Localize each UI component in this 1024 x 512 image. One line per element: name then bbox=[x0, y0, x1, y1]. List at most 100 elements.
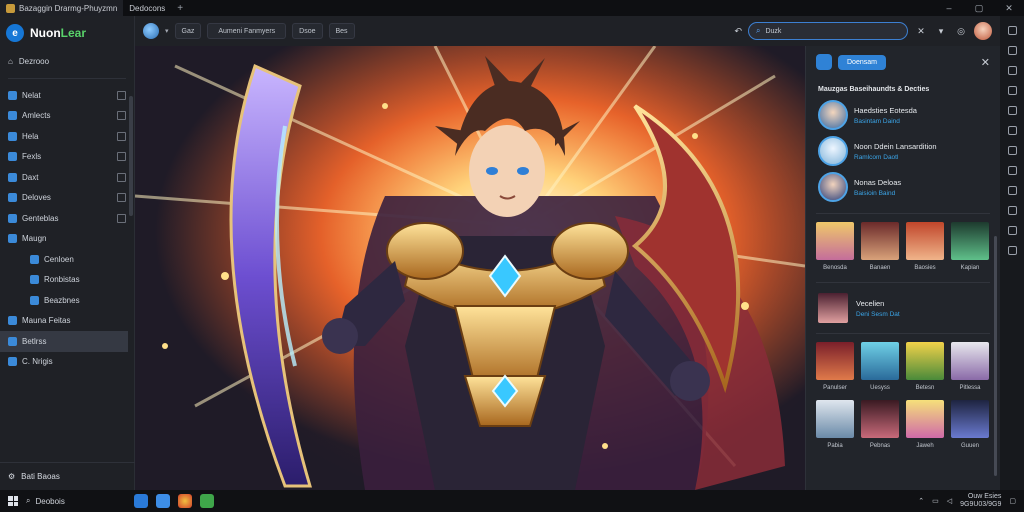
rail-edit-icon[interactable] bbox=[1007, 26, 1017, 35]
featured-meta: Deni Sesm Dat bbox=[856, 310, 900, 318]
sidebar-checkbox[interactable] bbox=[117, 193, 126, 203]
rail-comment-icon[interactable] bbox=[1007, 166, 1017, 175]
sidebar-item-7[interactable]: Genteblas bbox=[0, 208, 134, 229]
sidebar-group[interactable]: Maugn bbox=[0, 229, 134, 250]
user-avatar[interactable] bbox=[974, 22, 992, 40]
panel-action-button[interactable]: Doensam bbox=[838, 54, 886, 70]
rail-bell-icon[interactable] bbox=[1007, 186, 1017, 195]
thumbnail-item[interactable]: Panulser bbox=[816, 342, 854, 394]
user-icon[interactable] bbox=[816, 54, 832, 70]
featured-item[interactable]: Vecelien Deni Sesm Dat bbox=[806, 291, 1000, 325]
sidebar-item-3[interactable]: Hela bbox=[0, 126, 134, 147]
workspace-avatar-icon[interactable] bbox=[143, 23, 159, 39]
sidebar-item-label: Hela bbox=[22, 131, 39, 141]
clock[interactable]: Ouw Esies 9G9U03/9G9 bbox=[960, 493, 1001, 509]
sidebar-checkbox[interactable] bbox=[117, 131, 126, 141]
sidebar-item-4[interactable]: Fexls bbox=[0, 147, 134, 168]
chevron-down-icon[interactable]: ▾ bbox=[934, 26, 948, 37]
rail-tag-icon[interactable] bbox=[1007, 146, 1017, 155]
toolbar-tab-4[interactable]: Bes bbox=[328, 23, 355, 39]
sidebar-item-5[interactable]: Daxt bbox=[0, 167, 134, 188]
panel-scrollbar[interactable] bbox=[994, 236, 997, 476]
thumbnail-item[interactable]: Kapian bbox=[951, 222, 989, 274]
thumbnail-item[interactable]: Pabia bbox=[816, 400, 854, 452]
browser-tab-secondary[interactable]: Dedocons bbox=[123, 0, 171, 16]
sidebar-checkbox[interactable] bbox=[117, 213, 126, 223]
folder-icon bbox=[8, 90, 17, 100]
notification-icon[interactable]: ▢ bbox=[1009, 497, 1016, 505]
sidebar-extra-2[interactable]: Betlrss bbox=[0, 331, 128, 352]
sidebar-subitem-1[interactable]: Cenloen bbox=[0, 249, 134, 270]
sidebar-subitem-2[interactable]: Ronbistas bbox=[0, 270, 134, 291]
search-input[interactable]: ⌕ Duzk bbox=[748, 22, 908, 40]
taskbar-search[interactable]: ⌕ Deobois bbox=[26, 496, 126, 506]
sidebar-checkbox[interactable] bbox=[117, 90, 126, 100]
thumbnail-image bbox=[906, 222, 944, 260]
chevron-down-icon[interactable]: ▾ bbox=[165, 27, 169, 35]
recommended-item[interactable]: Noon Ddein Lansardition Ramlcom Daotl bbox=[806, 133, 1000, 169]
sidebar-footer[interactable]: ⚙ Bati Baoas bbox=[0, 462, 135, 490]
maximize-button[interactable]: ▢ bbox=[964, 3, 994, 14]
sidebar-extra-3[interactable]: C. Nrigis bbox=[0, 352, 134, 373]
thumbnail-item[interactable]: Jaweh bbox=[906, 400, 944, 452]
recommended-item[interactable]: Haedsties Eotesda Basintam Daind bbox=[806, 97, 1000, 133]
chevron-up-icon[interactable]: ⌃ bbox=[918, 497, 924, 505]
rail-share-icon[interactable] bbox=[1007, 86, 1017, 95]
toolbar-tab-1[interactable]: Gaz bbox=[174, 23, 202, 39]
rail-layers-icon[interactable] bbox=[1007, 46, 1017, 55]
sidebar-item-6[interactable]: Deloves bbox=[0, 188, 134, 209]
refresh-icon[interactable]: ↶ bbox=[734, 26, 742, 37]
network-icon[interactable]: ▭ bbox=[932, 497, 939, 505]
sidebar-item-label: Mauna Feitas bbox=[22, 316, 71, 326]
taskbar-app-icon[interactable] bbox=[156, 494, 170, 508]
clock-line-1: Ouw Esies bbox=[967, 493, 1002, 500]
thumbnail-item[interactable]: Betesn bbox=[906, 342, 944, 394]
start-icon[interactable] bbox=[8, 496, 18, 506]
sidebar-checkbox[interactable] bbox=[117, 152, 126, 162]
toolbar-tab-2[interactable]: Aumeni Fanmyers bbox=[207, 23, 287, 39]
close-window-button[interactable]: ✕ bbox=[994, 3, 1024, 14]
brand[interactable]: e NuonLear bbox=[0, 16, 134, 50]
rail-image-icon[interactable] bbox=[1007, 106, 1017, 115]
sidebar-item-2[interactable]: Amlects bbox=[0, 106, 134, 127]
minimize-button[interactable]: – bbox=[934, 3, 964, 14]
settings-icon[interactable]: ◎ bbox=[954, 26, 968, 37]
thumbnail-item[interactable]: Uesyss bbox=[861, 342, 899, 394]
folder-icon bbox=[8, 152, 17, 162]
sidebar-checkbox[interactable] bbox=[117, 111, 126, 121]
rail-star-icon[interactable] bbox=[1007, 246, 1017, 255]
taskbar-browser-icon[interactable] bbox=[178, 494, 192, 508]
thumbnail-image bbox=[906, 400, 944, 438]
thumbnail-caption: Betesn bbox=[915, 385, 935, 391]
close-icon[interactable]: ✕ bbox=[981, 56, 990, 69]
sidebar-home[interactable]: ⌂ Dezrooo bbox=[0, 50, 134, 72]
sidebar-checkbox[interactable] bbox=[117, 172, 126, 182]
thumbnail-item[interactable]: Benosda bbox=[816, 222, 854, 274]
thumbnail-item[interactable]: Pitlessa bbox=[951, 342, 989, 394]
rail-grid-icon[interactable] bbox=[1007, 66, 1017, 75]
sidebar-item-1[interactable]: Nelat bbox=[0, 85, 134, 106]
thumbnail-image bbox=[861, 222, 899, 260]
thumbnail-row: Pabia Pebnas Jaweh Guuen bbox=[806, 400, 1000, 452]
sidebar-extra-1[interactable]: Mauna Feitas bbox=[0, 311, 134, 332]
toolbar-tab-3[interactable]: Dsoe bbox=[292, 23, 323, 39]
folder-icon bbox=[8, 111, 17, 121]
featured-name: Vecelien bbox=[856, 298, 885, 308]
rail-info-icon[interactable] bbox=[1007, 226, 1017, 235]
volume-icon[interactable]: ◁ bbox=[947, 497, 952, 505]
thumbnail-item[interactable]: Baosies bbox=[906, 222, 944, 274]
recommended-item[interactable]: Nonas Deloas Baisioin Baind bbox=[806, 169, 1000, 205]
browser-tab-main[interactable]: Bazaggin Drarmg-Phuyzmn bbox=[0, 0, 124, 16]
rail-folder-icon[interactable] bbox=[1007, 206, 1017, 215]
sidebar-item-label: Betlrss bbox=[22, 336, 47, 346]
thumbnail-item[interactable]: Banaen bbox=[861, 222, 899, 274]
sidebar-scrollbar[interactable] bbox=[129, 96, 133, 216]
sidebar-subitem-3[interactable]: Beazbnes bbox=[0, 290, 134, 311]
taskbar-active-app-icon[interactable] bbox=[200, 494, 214, 508]
taskbar-app-icon[interactable] bbox=[134, 494, 148, 508]
thumbnail-item[interactable]: Pebnas bbox=[861, 400, 899, 452]
thumbnail-item[interactable]: Guuen bbox=[951, 400, 989, 452]
rail-list-icon[interactable] bbox=[1007, 126, 1017, 135]
tools-icon[interactable]: ✕ bbox=[914, 26, 928, 37]
new-tab-button[interactable]: + bbox=[171, 3, 189, 14]
